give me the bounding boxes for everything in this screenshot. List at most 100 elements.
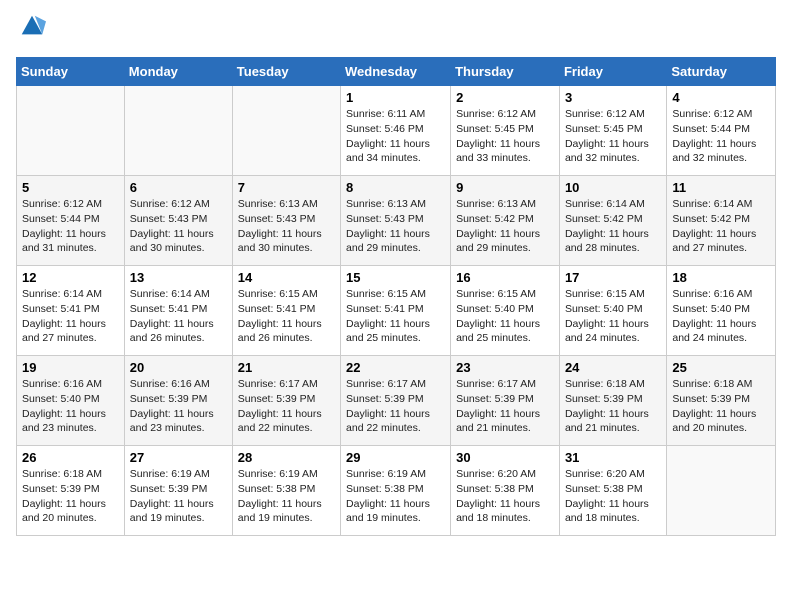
calendar-cell: 31Sunrise: 6:20 AMSunset: 5:38 PMDayligh… [559,446,666,536]
day-info: Sunrise: 6:18 AMSunset: 5:39 PMDaylight:… [565,377,661,436]
day-number: 28 [238,450,335,465]
day-info: Sunrise: 6:19 AMSunset: 5:39 PMDaylight:… [130,467,227,526]
week-row-3: 19 Sunrise: 6:16 AMSunset: 5:40 PMDayligh… [17,356,776,446]
calendar-cell: 25 Sunrise: 6:18 AMSunset: 5:39 PMDayligh… [667,356,776,446]
calendar-cell: 20 Sunrise: 6:16 AMSunset: 5:39 PMDayligh… [124,356,232,446]
day-info: Sunrise: 6:18 AMSunset: 5:39 PMDaylight:… [22,467,119,526]
calendar-body: 1 Sunrise: 6:11 AMSunset: 5:46 PMDaylight… [17,86,776,536]
day-number: 14 [238,270,335,285]
day-number: 3 [565,90,661,105]
calendar-cell: 21 Sunrise: 6:17 AMSunset: 5:39 PMDayligh… [232,356,340,446]
calendar-table: SundayMondayTuesdayWednesdayThursdayFrid… [16,57,776,536]
logo-icon [18,12,46,40]
day-number: 23 [456,360,554,375]
day-number: 7 [238,180,335,195]
day-info: Sunrise: 6:19 AMSunset: 5:38 PMDaylight:… [346,467,445,526]
week-row-0: 1 Sunrise: 6:11 AMSunset: 5:46 PMDaylight… [17,86,776,176]
week-row-2: 12 Sunrise: 6:14 AMSunset: 5:41 PMDayligh… [17,266,776,356]
calendar-cell: 14 Sunrise: 6:15 AMSunset: 5:41 PMDayligh… [232,266,340,356]
day-number: 20 [130,360,227,375]
day-number: 21 [238,360,335,375]
calendar-header: SundayMondayTuesdayWednesdayThursdayFrid… [17,58,776,86]
day-number: 11 [672,180,770,195]
week-row-4: 26 Sunrise: 6:18 AMSunset: 5:39 PMDayligh… [17,446,776,536]
logo [16,16,46,45]
week-row-1: 5Sunrise: 6:12 AMSunset: 5:44 PMDaylight… [17,176,776,266]
day-info: Sunrise: 6:19 AMSunset: 5:38 PMDaylight:… [238,467,335,526]
day-info: Sunrise: 6:15 AMSunset: 5:40 PMDaylight:… [565,287,661,346]
day-info: Sunrise: 6:13 AMSunset: 5:43 PMDaylight:… [346,197,445,256]
calendar-cell: 28 Sunrise: 6:19 AMSunset: 5:38 PMDayligh… [232,446,340,536]
day-info: Sunrise: 6:17 AMSunset: 5:39 PMDaylight:… [346,377,445,436]
header-day-tuesday: Tuesday [232,58,340,86]
day-info: Sunrise: 6:14 AMSunset: 5:42 PMDaylight:… [565,197,661,256]
day-number: 1 [346,90,445,105]
day-number: 31 [565,450,661,465]
day-number: 15 [346,270,445,285]
day-info: Sunrise: 6:12 AMSunset: 5:45 PMDaylight:… [565,107,661,166]
day-info: Sunrise: 6:13 AMSunset: 5:42 PMDaylight:… [456,197,554,256]
calendar-cell: 17 Sunrise: 6:15 AMSunset: 5:40 PMDayligh… [559,266,666,356]
day-number: 12 [22,270,119,285]
calendar-cell: 27 Sunrise: 6:19 AMSunset: 5:39 PMDayligh… [124,446,232,536]
calendar-cell: 3 Sunrise: 6:12 AMSunset: 5:45 PMDaylight… [559,86,666,176]
day-number: 2 [456,90,554,105]
calendar-cell: 7 Sunrise: 6:13 AMSunset: 5:43 PMDaylight… [232,176,340,266]
calendar-cell: 5Sunrise: 6:12 AMSunset: 5:44 PMDaylight… [17,176,125,266]
day-info: Sunrise: 6:15 AMSunset: 5:40 PMDaylight:… [456,287,554,346]
calendar-cell [232,86,340,176]
day-info: Sunrise: 6:20 AMSunset: 5:38 PMDaylight:… [456,467,554,526]
day-info: Sunrise: 6:16 AMSunset: 5:40 PMDaylight:… [672,287,770,346]
day-info: Sunrise: 6:17 AMSunset: 5:39 PMDaylight:… [456,377,554,436]
header-day-saturday: Saturday [667,58,776,86]
day-number: 24 [565,360,661,375]
header-row: SundayMondayTuesdayWednesdayThursdayFrid… [17,58,776,86]
day-info: Sunrise: 6:12 AMSunset: 5:44 PMDaylight:… [672,107,770,166]
calendar-cell: 13Sunrise: 6:14 AMSunset: 5:41 PMDayligh… [124,266,232,356]
day-info: Sunrise: 6:15 AMSunset: 5:41 PMDaylight:… [238,287,335,346]
calendar-cell: 6 Sunrise: 6:12 AMSunset: 5:43 PMDaylight… [124,176,232,266]
day-info: Sunrise: 6:17 AMSunset: 5:39 PMDaylight:… [238,377,335,436]
day-number: 6 [130,180,227,195]
page-header [16,16,776,45]
calendar-cell: 8Sunrise: 6:13 AMSunset: 5:43 PMDaylight… [341,176,451,266]
calendar-cell: 23 Sunrise: 6:17 AMSunset: 5:39 PMDayligh… [451,356,560,446]
day-info: Sunrise: 6:14 AMSunset: 5:41 PMDaylight:… [130,287,227,346]
calendar-cell: 19 Sunrise: 6:16 AMSunset: 5:40 PMDayligh… [17,356,125,446]
calendar-cell: 18 Sunrise: 6:16 AMSunset: 5:40 PMDayligh… [667,266,776,356]
day-info: Sunrise: 6:12 AMSunset: 5:44 PMDaylight:… [22,197,119,256]
calendar-cell: 16 Sunrise: 6:15 AMSunset: 5:40 PMDayligh… [451,266,560,356]
calendar-cell: 15 Sunrise: 6:15 AMSunset: 5:41 PMDayligh… [341,266,451,356]
day-number: 16 [456,270,554,285]
day-number: 17 [565,270,661,285]
calendar-cell [124,86,232,176]
calendar-cell: 30 Sunrise: 6:20 AMSunset: 5:38 PMDayligh… [451,446,560,536]
header-day-wednesday: Wednesday [341,58,451,86]
calendar-cell: 26 Sunrise: 6:18 AMSunset: 5:39 PMDayligh… [17,446,125,536]
day-info: Sunrise: 6:11 AMSunset: 5:46 PMDaylight:… [346,107,445,166]
header-day-thursday: Thursday [451,58,560,86]
day-number: 4 [672,90,770,105]
day-info: Sunrise: 6:18 AMSunset: 5:39 PMDaylight:… [672,377,770,436]
calendar-cell: 29Sunrise: 6:19 AMSunset: 5:38 PMDayligh… [341,446,451,536]
day-number: 30 [456,450,554,465]
calendar-cell: 9 Sunrise: 6:13 AMSunset: 5:42 PMDaylight… [451,176,560,266]
day-number: 18 [672,270,770,285]
day-info: Sunrise: 6:14 AMSunset: 5:42 PMDaylight:… [672,197,770,256]
day-info: Sunrise: 6:13 AMSunset: 5:43 PMDaylight:… [238,197,335,256]
day-number: 9 [456,180,554,195]
day-info: Sunrise: 6:16 AMSunset: 5:40 PMDaylight:… [22,377,119,436]
calendar-cell: 24 Sunrise: 6:18 AMSunset: 5:39 PMDayligh… [559,356,666,446]
day-number: 19 [22,360,119,375]
calendar-cell: 1 Sunrise: 6:11 AMSunset: 5:46 PMDaylight… [341,86,451,176]
calendar-cell [667,446,776,536]
header-day-sunday: Sunday [17,58,125,86]
day-info: Sunrise: 6:12 AMSunset: 5:45 PMDaylight:… [456,107,554,166]
day-number: 25 [672,360,770,375]
day-number: 10 [565,180,661,195]
day-info: Sunrise: 6:15 AMSunset: 5:41 PMDaylight:… [346,287,445,346]
day-info: Sunrise: 6:16 AMSunset: 5:39 PMDaylight:… [130,377,227,436]
day-number: 26 [22,450,119,465]
day-number: 27 [130,450,227,465]
day-info: Sunrise: 6:12 AMSunset: 5:43 PMDaylight:… [130,197,227,256]
